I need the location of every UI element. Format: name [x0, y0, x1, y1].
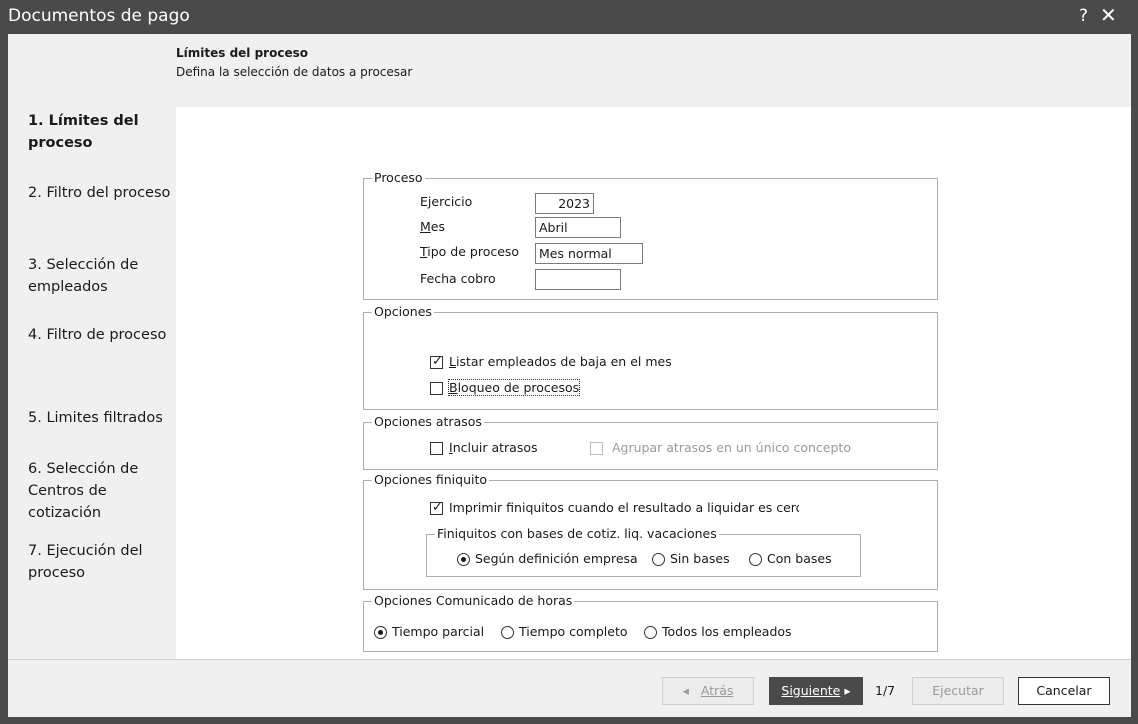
proceso-legend: Proceso — [372, 170, 425, 185]
step-3-seleccion-empleados[interactable]: 3. Selección de empleados — [28, 254, 176, 298]
tipo-proceso-label: Tipo de proceso — [420, 244, 520, 259]
check-icon: ✓ — [432, 354, 443, 369]
steps-sidebar: 1. Límites del proceso 2. Filtro del pro… — [8, 107, 176, 659]
ejecutar-button[interactable]: Ejecutar — [912, 677, 1004, 705]
agrupar-atrasos-label: Agrupar atrasos en un único concepto — [612, 440, 851, 455]
opciones-legend: Opciones — [372, 304, 434, 319]
title-bar: Documentos de pago ? ✕ — [0, 0, 1138, 34]
opciones-group: Opciones ✓ Listar empleados de baja en e… — [363, 304, 938, 410]
dialog-client: Límites del proceso Defina la selección … — [8, 34, 1131, 717]
segun-definicion-radio[interactable] — [457, 553, 470, 566]
step-1-limites[interactable]: 1. Límites del proceso — [28, 110, 176, 154]
con-bases-label[interactable]: Con bases — [767, 551, 832, 566]
step-5-limites-filtrados[interactable]: 5. Limites filtrados — [28, 407, 176, 429]
sin-bases-label[interactable]: Sin bases — [670, 551, 730, 566]
atras-button[interactable]: ◂ Atrás — [662, 677, 754, 705]
step-6-centros-cotizacion[interactable]: 6. Selección de Centros de cotización — [28, 458, 176, 524]
help-icon[interactable]: ? — [1079, 6, 1088, 26]
finiquito-legend: Opciones finiquito — [372, 472, 490, 487]
sin-bases-radio[interactable] — [652, 553, 665, 566]
bloqueo-checkbox[interactable] — [430, 382, 443, 395]
finiquito-group: Opciones finiquito ✓ Imprimir finiquitos… — [363, 472, 938, 590]
imprimir-finiquitos-label[interactable]: Imprimir finiquitos cuando el resultado … — [449, 500, 799, 515]
todos-empleados-label[interactable]: Todos los empleados — [662, 624, 792, 639]
step-title: Límites del proceso — [176, 46, 308, 60]
cancelar-button[interactable]: Cancelar — [1018, 677, 1110, 705]
finiquito-bases-legend: Finiquitos con bases de cotiz. liq. vaca… — [435, 526, 719, 541]
siguiente-button[interactable]: Siguiente ▸ — [769, 677, 863, 705]
check-icon: ✓ — [432, 500, 443, 515]
finiquito-bases-group: Finiquitos con bases de cotiz. liq. vaca… — [426, 526, 861, 577]
fecha-cobro-label: Fecha cobro — [420, 271, 496, 286]
imprimir-finiquitos-checkbox[interactable]: ✓ — [430, 500, 443, 515]
close-icon[interactable]: ✕ — [1100, 3, 1117, 27]
agrupar-atrasos-checkbox[interactable] — [590, 442, 603, 455]
step-7-ejecucion[interactable]: 7. Ejecución del proceso — [28, 540, 176, 584]
step-4-filtro-proceso[interactable]: 4. Filtro de proceso — [28, 324, 176, 346]
dialog-window: Documentos de pago ? ✕ Límites del proce… — [0, 0, 1138, 724]
step-header: Límites del proceso Defina la selección … — [8, 34, 1131, 107]
step-content: Proceso Ejercicio 2023 Mes Abril Tipo de… — [176, 107, 1131, 659]
tiempo-completo-radio[interactable] — [501, 626, 514, 639]
incluir-atrasos-label[interactable]: Incluir atrasos — [449, 440, 538, 455]
todos-empleados-radio[interactable] — [644, 626, 657, 639]
atrasos-group: Opciones atrasos Incluir atrasos Agrupar… — [363, 414, 938, 470]
con-bases-radio[interactable] — [749, 553, 762, 566]
mes-label: Mes — [420, 219, 445, 234]
tiempo-parcial-label[interactable]: Tiempo parcial — [392, 624, 484, 639]
ejercicio-label: Ejercicio — [420, 194, 473, 209]
ejercicio-field[interactable]: 2023 — [535, 193, 594, 214]
listar-checkbox[interactable]: ✓ — [430, 354, 443, 369]
step-subtitle: Defina la selección de datos a procesar — [176, 65, 413, 79]
chevron-left-icon: ◂ — [682, 683, 689, 698]
window-title: Documentos de pago — [8, 6, 190, 26]
tiempo-parcial-radio[interactable] — [374, 626, 387, 639]
tiempo-completo-label[interactable]: Tiempo completo — [519, 624, 628, 639]
proceso-group: Proceso Ejercicio 2023 Mes Abril Tipo de… — [363, 170, 938, 300]
horas-group: Opciones Comunicado de horas Tiempo parc… — [363, 593, 938, 652]
incluir-atrasos-checkbox[interactable] — [430, 442, 443, 455]
fecha-cobro-field[interactable] — [535, 269, 621, 290]
segun-definicion-label[interactable]: Según definición empresa — [475, 551, 647, 566]
chevron-right-icon: ▸ — [844, 683, 851, 698]
footer-divider — [8, 659, 1131, 660]
step-2-filtro[interactable]: 2. Filtro del proceso — [28, 182, 176, 204]
tipo-proceso-field[interactable]: Mes normal — [535, 243, 643, 264]
atrasos-legend: Opciones atrasos — [372, 414, 484, 429]
page-indicator: 1/7 — [875, 683, 896, 698]
mes-field[interactable]: Abril — [535, 217, 621, 238]
listar-label[interactable]: Listar empleados de baja en el mes — [449, 354, 672, 369]
horas-legend: Opciones Comunicado de horas — [372, 593, 575, 608]
bloqueo-label[interactable]: Bloqueo de procesos — [447, 379, 581, 396]
